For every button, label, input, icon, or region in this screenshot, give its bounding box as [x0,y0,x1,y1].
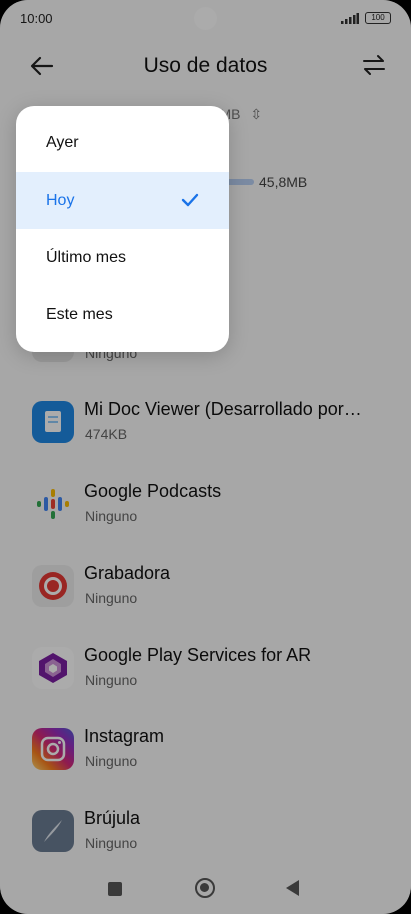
home-button[interactable] [195,878,215,898]
menu-item-label: Ayer [46,134,79,151]
menu-item-ayer[interactable]: Ayer [16,114,229,171]
menu-item-hoy[interactable]: Hoy [16,172,229,229]
menu-item-este-mes[interactable]: Este mes [16,286,229,343]
navigation-bar [0,866,411,914]
period-dropdown-menu: Ayer Hoy Último mes Este mes [16,106,229,352]
menu-item-label: Último mes [46,249,127,266]
screen: 10:00 100 Uso de datos 7,7MB ⇳ Sistema 4… [0,0,411,914]
menu-item-label: Este mes [46,306,113,323]
menu-item-label: Hoy [46,192,75,209]
checkmark-icon [181,193,199,207]
recents-button[interactable] [108,882,122,896]
menu-item-ultimo-mes[interactable]: Último mes [16,229,229,286]
back-button[interactable] [286,880,299,896]
